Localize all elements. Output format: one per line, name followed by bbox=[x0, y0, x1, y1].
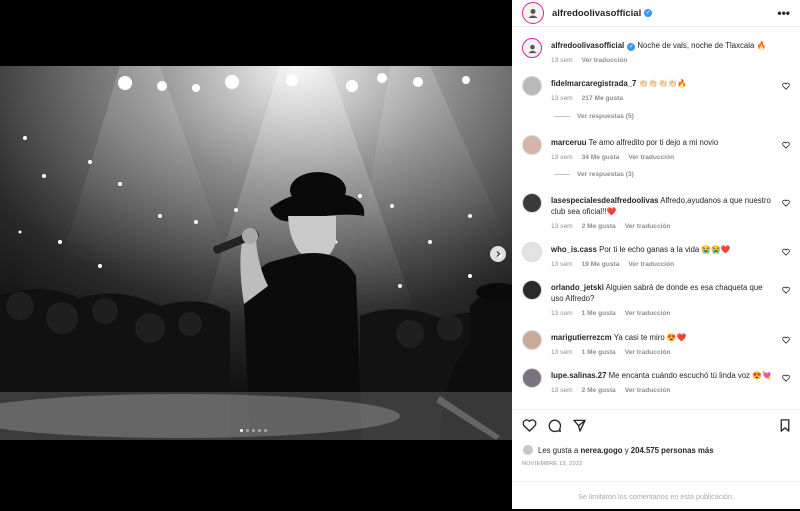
comment-text: Me encanta cuándo escuchó tú linda voz 😍… bbox=[608, 371, 772, 380]
next-photo-button[interactable] bbox=[490, 246, 506, 262]
comment-text: 👏🏻👏🏻👏🏻👏🏻🔥 bbox=[638, 79, 688, 88]
comment-likes[interactable]: 19 Me gusta bbox=[582, 261, 620, 268]
comment-body: lasespecialesdealfredoolivas Alfredo,ayu… bbox=[551, 195, 775, 232]
carousel-dot bbox=[252, 429, 255, 432]
comment-username[interactable]: lupe.salinas.27 bbox=[551, 371, 606, 380]
avatar[interactable] bbox=[522, 330, 542, 350]
heart-icon[interactable] bbox=[782, 286, 790, 294]
comment-icon[interactable] bbox=[547, 418, 562, 433]
post-header: alfredoolivasofficial ✓ ••• bbox=[512, 0, 800, 27]
view-replies-button[interactable]: Ver respuestas (5) bbox=[554, 113, 634, 120]
comment-username[interactable]: marceruu bbox=[551, 138, 587, 147]
likes-prefix: Les gusta a bbox=[538, 445, 579, 455]
comment-time: 13 sem bbox=[551, 261, 573, 268]
likes-user[interactable]: nerea.gogo bbox=[581, 446, 623, 455]
comment-text: Por ti le echo ganas a la vida 😭😭❤️ bbox=[599, 245, 731, 254]
view-replies-label: Ver respuestas (3) bbox=[577, 171, 634, 178]
verified-icon: ✓ bbox=[627, 43, 636, 51]
likes-summary: Les gusta a nerea.gogo y 204.575 persona… bbox=[522, 444, 714, 456]
carousel-dot bbox=[258, 429, 261, 432]
see-translation-button[interactable]: Ver traducción bbox=[625, 223, 671, 230]
comment-time: 13 sem bbox=[551, 349, 573, 356]
caption-username[interactable]: alfredoolivasofficial bbox=[551, 41, 624, 50]
view-replies-button[interactable]: Ver respuestas (3) bbox=[554, 171, 634, 178]
comment-username[interactable]: orlando_jetski bbox=[551, 283, 604, 292]
chevron-right-icon bbox=[496, 251, 501, 257]
heart-icon[interactable] bbox=[782, 374, 790, 382]
heart-icon[interactable] bbox=[782, 336, 790, 344]
comment-body: orlando_jetski Alguien sabrá de donde es… bbox=[551, 282, 775, 319]
carousel-dot bbox=[240, 429, 243, 432]
see-translation-button[interactable]: Ver traducción bbox=[582, 57, 628, 64]
comment-time: 13 sem bbox=[551, 310, 573, 317]
post-date: NOVIEMBRE 13, 2022 bbox=[522, 461, 583, 467]
avatar[interactable] bbox=[522, 193, 542, 213]
comment-likes[interactable]: 34 Me gusta bbox=[582, 154, 620, 161]
avatar[interactable] bbox=[522, 242, 542, 262]
verified-icon: ✓ bbox=[644, 9, 653, 17]
avatar[interactable] bbox=[522, 76, 542, 96]
comment-likes[interactable]: 2 Me gusta bbox=[582, 223, 616, 230]
carousel-dot bbox=[246, 429, 249, 432]
post-username[interactable]: alfredoolivasofficial bbox=[552, 8, 641, 19]
heart-icon[interactable] bbox=[782, 82, 790, 90]
likes-middle: y bbox=[624, 445, 629, 455]
carousel-dot bbox=[264, 429, 267, 432]
action-bar bbox=[522, 418, 587, 433]
comment-time: 13 sem bbox=[551, 387, 573, 394]
heart-icon[interactable] bbox=[782, 141, 790, 149]
avatar[interactable] bbox=[522, 38, 542, 58]
comment-likes[interactable]: 217 Me gusta bbox=[582, 95, 623, 102]
heart-icon[interactable] bbox=[522, 418, 537, 433]
comment-time: 13 sem bbox=[551, 95, 573, 102]
comment-likes[interactable]: 2 Me gusta bbox=[582, 387, 616, 394]
divider bbox=[554, 174, 570, 175]
comment-time: 13 sem bbox=[551, 223, 573, 230]
caption-time: 13 sem bbox=[551, 57, 573, 64]
heart-icon[interactable] bbox=[782, 248, 790, 256]
comment-likes[interactable]: 1 Me gusta bbox=[582, 349, 616, 356]
post-actions: Les gusta a nerea.gogo y 204.575 persona… bbox=[512, 409, 800, 509]
comment-likes[interactable]: 1 Me gusta bbox=[582, 310, 616, 317]
comment-list[interactable]: alfredoolivasofficial ✓ Noche de vals, no… bbox=[512, 28, 800, 408]
avatar[interactable] bbox=[522, 2, 544, 24]
avatar[interactable] bbox=[522, 135, 542, 155]
caption-body: alfredoolivasofficial ✓ Noche de vals, no… bbox=[551, 40, 775, 66]
avatar[interactable] bbox=[522, 368, 542, 388]
heart-icon[interactable] bbox=[782, 199, 790, 207]
avatar[interactable] bbox=[522, 280, 542, 300]
bookmark-icon[interactable] bbox=[778, 418, 792, 433]
likes-others[interactable]: 204.575 personas más bbox=[631, 446, 714, 455]
post-panel: alfredoolivasofficial ✓ ••• alfredooliva… bbox=[512, 0, 800, 509]
avatar[interactable] bbox=[522, 444, 534, 456]
view-replies-label: Ver respuestas (5) bbox=[577, 113, 634, 120]
comment-body: lupe.salinas.27 Me encanta cuándo escuch… bbox=[551, 370, 775, 396]
caption-text: Noche de vals, noche de Tlaxcala 🔥 bbox=[637, 41, 767, 50]
comment-body: marceruu Te amo alfredito por ti dejo a … bbox=[551, 137, 775, 163]
comment-text: Ya casi te miro 😍❤️ bbox=[613, 333, 687, 342]
comment-username[interactable]: lasespecialesdealfredoolivas bbox=[551, 196, 659, 205]
comment-username[interactable]: marigutierrezcm bbox=[551, 333, 612, 342]
comment-username[interactable]: fidelmarcaregistrada_7 bbox=[551, 79, 636, 88]
comment-text: Te amo alfredito por ti dejo a mi novio bbox=[588, 138, 719, 147]
comment-body: who_is.cass Por ti le echo ganas a la vi… bbox=[551, 244, 775, 270]
comment-username[interactable]: who_is.cass bbox=[551, 245, 597, 254]
profile-icon bbox=[527, 44, 537, 53]
profile-icon bbox=[528, 9, 538, 18]
see-translation-button[interactable]: Ver traducción bbox=[625, 349, 671, 356]
comment-body: marigutierrezcm Ya casi te miro 😍❤️ 13 s… bbox=[551, 332, 775, 358]
post-media bbox=[0, 0, 512, 509]
comment-time: 13 sem bbox=[551, 154, 573, 161]
see-translation-button[interactable]: Ver traducción bbox=[628, 154, 674, 161]
share-icon[interactable] bbox=[572, 418, 587, 433]
comment-body: fidelmarcaregistrada_7 👏🏻👏🏻👏🏻👏🏻🔥 13 sem 2… bbox=[551, 78, 775, 104]
more-icon[interactable]: ••• bbox=[777, 6, 790, 20]
comments-limited-notice: Se limitaron los comentarios en esta pub… bbox=[512, 481, 800, 510]
divider bbox=[554, 116, 570, 117]
see-translation-button[interactable]: Ver traducción bbox=[625, 387, 671, 394]
carousel-dots bbox=[240, 429, 267, 432]
post-photo bbox=[0, 66, 512, 440]
see-translation-button[interactable]: Ver traducción bbox=[628, 261, 674, 268]
see-translation-button[interactable]: Ver traducción bbox=[625, 310, 671, 317]
